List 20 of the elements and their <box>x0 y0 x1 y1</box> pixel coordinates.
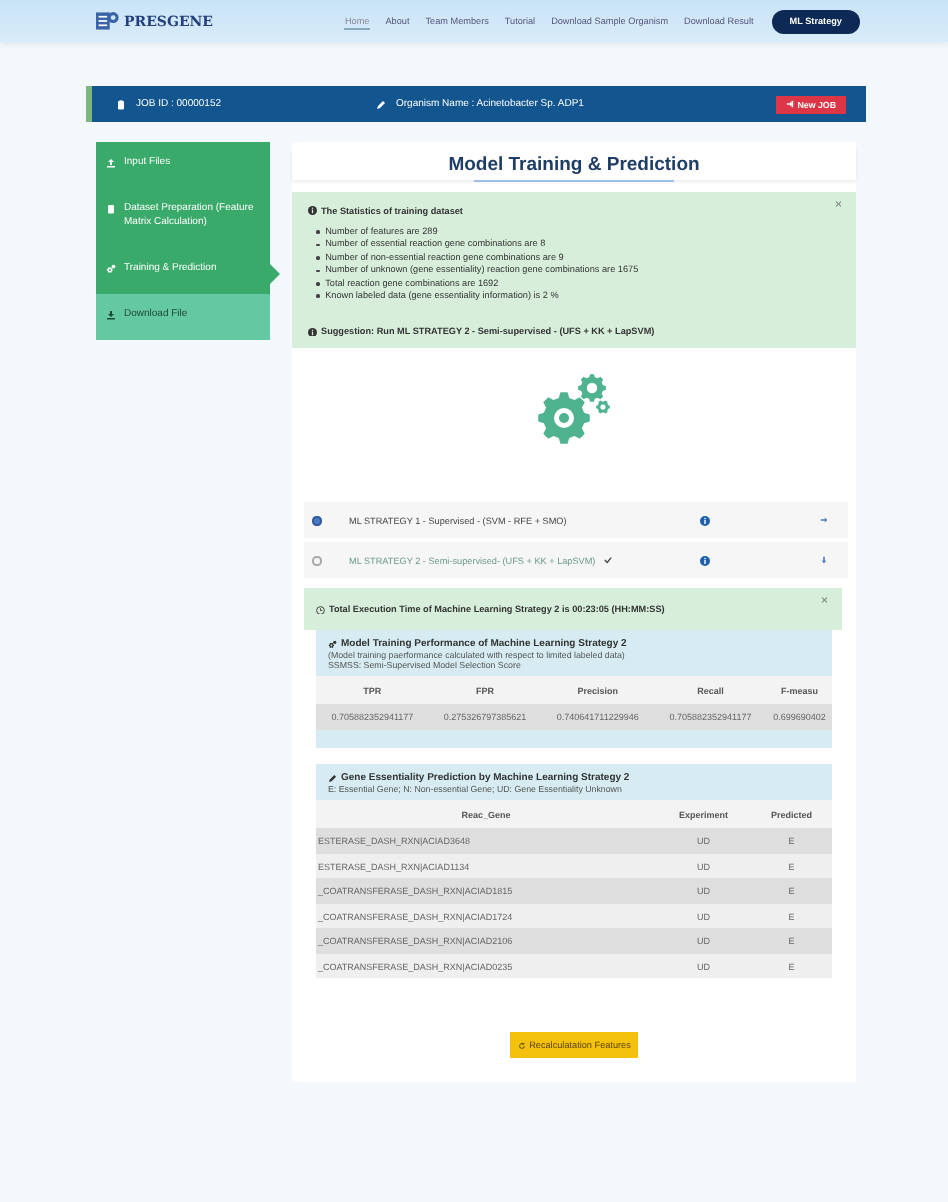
info-icon[interactable] <box>699 515 709 526</box>
page-title: Model Training & Prediction <box>292 148 856 180</box>
download-icon <box>106 310 116 320</box>
radio-button[interactable] <box>312 556 321 566</box>
upload-icon <box>106 158 116 168</box>
pencil-icon <box>328 774 337 784</box>
gears-icon <box>106 264 116 274</box>
arrow-down-icon[interactable] <box>820 556 828 565</box>
pencil-icon <box>376 99 386 109</box>
info-icon <box>308 206 317 216</box>
logo-icon <box>96 10 120 32</box>
clipboard-icon <box>116 99 126 109</box>
info-icon[interactable] <box>699 555 709 566</box>
clipboard-icon <box>106 204 116 214</box>
info-icon <box>308 327 317 337</box>
radio-button[interactable] <box>312 516 321 526</box>
refresh-icon <box>517 1041 526 1050</box>
gears-icon <box>328 640 337 650</box>
clock-icon <box>316 605 325 615</box>
sign-in-icon <box>785 100 794 108</box>
